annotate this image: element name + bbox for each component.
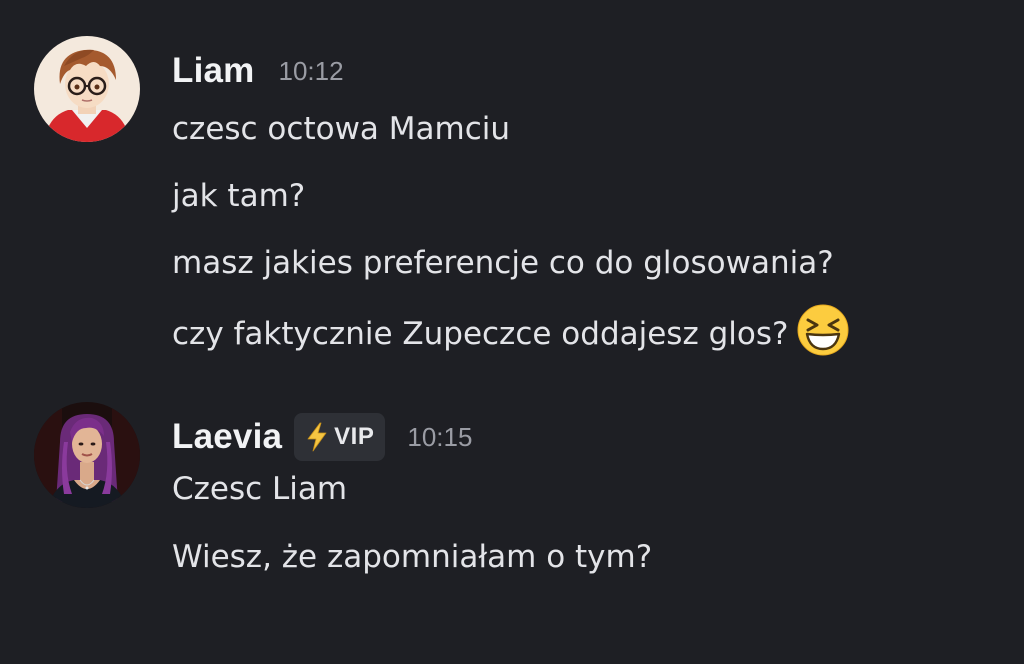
vip-badge[interactable]: VIP [294,413,386,461]
lightning-icon [304,422,330,452]
message-header: Liam 10:12 [172,48,344,94]
username[interactable]: Laevia [172,417,282,457]
timestamp: 10:12 [278,55,344,86]
message-text: masz jakies preferencje co do glosowania… [172,245,834,281]
avatar[interactable] [34,36,140,142]
message-header: Laevia VIP 10:15 [172,413,473,461]
woman-purple-hair-avatar-icon [34,402,140,508]
message-text: czesc octowa Mamciu [172,111,511,147]
laughing-squint-emoji-icon [796,303,850,357]
message-text: Wiesz, że zapomniałam o tym? [172,539,653,575]
timestamp: 10:15 [407,421,473,452]
anime-boy-glasses-avatar-icon [34,36,140,142]
message-text: Czesc Liam [172,471,348,507]
badge-label: VIP [334,423,375,450]
message-text: jak tam? [172,178,306,214]
message-text-with-emoji: czy faktycznie Zupeczce oddajesz glos? [172,303,850,357]
username[interactable]: Liam [172,51,255,91]
avatar[interactable] [34,402,140,508]
message-text: czy faktycznie Zupeczce oddajesz glos? [172,316,789,352]
